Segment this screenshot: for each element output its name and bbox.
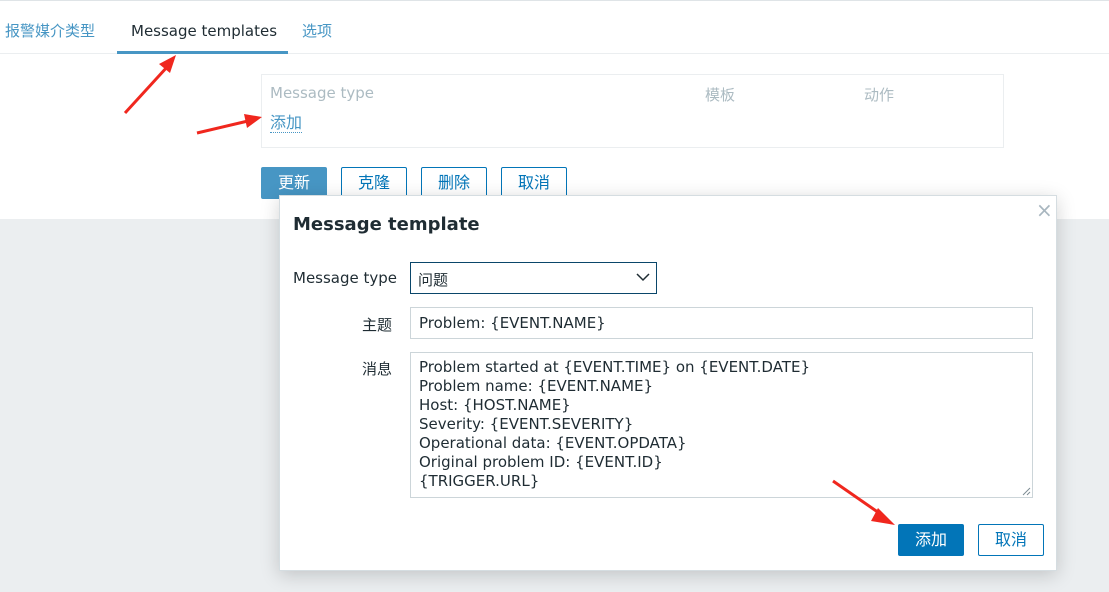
message-type-selected-value: 问题 bbox=[418, 271, 449, 289]
message-line: Problem name: {EVENT.NAME} bbox=[419, 377, 654, 395]
column-header-actions: 动作 bbox=[864, 86, 895, 104]
tab-media-type[interactable]: 报警媒介类型 bbox=[5, 11, 95, 53]
close-icon[interactable]: × bbox=[1036, 199, 1053, 221]
page-header-area: 报警媒介类型 Message templates 选项 Message type… bbox=[0, 0, 1109, 219]
column-header-message-type: Message type bbox=[270, 84, 375, 102]
dialog-cancel-button[interactable]: 取消 bbox=[978, 524, 1044, 556]
message-line: {TRIGGER.URL} bbox=[419, 472, 540, 490]
dialog-add-button[interactable]: 添加 bbox=[898, 524, 964, 556]
message-line: Problem started at {EVENT.TIME} on {EVEN… bbox=[419, 358, 810, 376]
add-template-link[interactable]: 添加 bbox=[270, 113, 303, 133]
subject-input[interactable]: Problem: {EVENT.NAME} bbox=[410, 307, 1033, 339]
column-header-template: 模板 bbox=[705, 86, 736, 104]
message-templates-table: Message type 模板 动作 添加 bbox=[261, 74, 1004, 148]
active-tab-underline bbox=[117, 51, 288, 54]
chevron-down-icon bbox=[636, 273, 650, 282]
message-line: Severity: {EVENT.SEVERITY} bbox=[419, 415, 634, 433]
message-template-dialog: Message template × Message type 问题 主题 Pr… bbox=[279, 195, 1057, 571]
dialog-title: Message template bbox=[293, 214, 480, 235]
tab-message-templates[interactable]: Message templates bbox=[131, 11, 277, 53]
message-line: Host: {HOST.NAME} bbox=[419, 396, 571, 414]
tab-bar: 报警媒介类型 Message templates 选项 bbox=[0, 11, 1109, 54]
tab-options[interactable]: 选项 bbox=[302, 11, 332, 53]
message-line: Original problem ID: {EVENT.ID} bbox=[419, 453, 663, 471]
resize-handle-icon[interactable] bbox=[1021, 486, 1031, 496]
message-label: 消息 bbox=[362, 360, 393, 378]
subject-label: 主题 bbox=[362, 316, 393, 334]
message-line: Operational data: {EVENT.OPDATA} bbox=[419, 434, 687, 452]
message-type-select[interactable]: 问题 bbox=[410, 262, 657, 294]
subject-value: Problem: {EVENT.NAME} bbox=[419, 314, 606, 332]
message-textarea[interactable]: Problem started at {EVENT.TIME} on {EVEN… bbox=[410, 352, 1033, 498]
message-type-label: Message type bbox=[293, 269, 398, 287]
